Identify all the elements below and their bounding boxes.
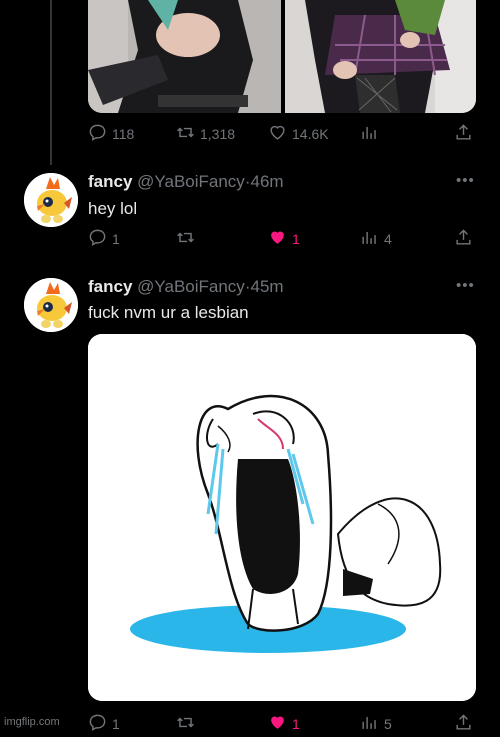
more-icon[interactable]: •••: [456, 277, 475, 294]
reply-button[interactable]: 1: [88, 713, 120, 735]
tweet-header: fancy @YaBoiFancy·46m: [88, 172, 284, 191]
views-count: 4: [384, 231, 392, 247]
like-count: 1: [292, 231, 300, 247]
share-icon: [454, 123, 473, 145]
views-count: 5: [384, 716, 392, 732]
like-button[interactable]: 1: [268, 228, 300, 250]
retweet-button[interactable]: [176, 228, 195, 250]
avatar[interactable]: [24, 173, 78, 227]
retweet-icon: [176, 123, 195, 145]
previous-tweet-media[interactable]: [88, 0, 476, 113]
views-icon: [360, 228, 379, 250]
photo-left[interactable]: [88, 0, 281, 113]
like-count: 1: [292, 716, 300, 732]
views-button[interactable]: 5: [360, 713, 392, 735]
retweet-icon: [176, 713, 195, 735]
watermark: imgflip.com: [4, 716, 60, 728]
like-button[interactable]: 14.6K: [268, 123, 329, 145]
photo-right[interactable]: [285, 0, 476, 113]
tweet-2-media-crying-meme[interactable]: [88, 334, 476, 701]
reply-button[interactable]: 1: [88, 228, 120, 250]
views-button[interactable]: 4: [360, 228, 392, 250]
user-handle[interactable]: @YaBoiFancy: [137, 277, 245, 296]
display-name[interactable]: fancy: [88, 172, 132, 191]
retweet-icon: [176, 228, 195, 250]
retweet-count: 1,318: [200, 126, 236, 142]
user-handle[interactable]: @YaBoiFancy: [137, 172, 245, 191]
share-button[interactable]: [454, 123, 473, 145]
timestamp[interactable]: 45m: [250, 277, 283, 296]
reply-icon: [88, 713, 107, 735]
reply-count: 1: [112, 231, 120, 247]
reply-icon: [88, 228, 107, 250]
tweet-text: hey lol: [88, 199, 138, 218]
views-icon: [360, 123, 379, 145]
share-button[interactable]: [454, 713, 473, 735]
thread-line: [50, 0, 52, 165]
views-icon: [360, 713, 379, 735]
avatar[interactable]: [24, 278, 78, 332]
reply-button[interactable]: 118: [88, 123, 134, 145]
tweet-2-actions: 1 1 5: [88, 713, 478, 737]
tweet-1-actions: 1 1 4: [88, 228, 478, 252]
reply-count: 118: [112, 126, 135, 142]
display-name[interactable]: fancy: [88, 277, 132, 296]
heart-icon: [268, 123, 287, 145]
heart-icon: [268, 228, 287, 250]
like-button[interactable]: 1: [268, 713, 300, 735]
share-button[interactable]: [454, 228, 473, 250]
timestamp[interactable]: 46m: [250, 172, 283, 191]
more-icon[interactable]: •••: [456, 172, 475, 189]
reply-icon: [88, 123, 107, 145]
reply-count: 1: [112, 716, 120, 732]
retweet-button[interactable]: 1,318: [176, 123, 235, 145]
share-icon: [454, 228, 473, 250]
views-button[interactable]: [360, 123, 379, 145]
previous-tweet-actions: 118 1,318 14.6K: [88, 123, 478, 147]
like-count: 14.6K: [292, 126, 329, 142]
retweet-button[interactable]: [176, 713, 195, 735]
share-icon: [454, 713, 473, 735]
heart-icon: [268, 713, 287, 735]
tweet-text: fuck nvm ur a lesbian: [88, 303, 249, 322]
tweet-header: fancy @YaBoiFancy·45m: [88, 277, 284, 296]
